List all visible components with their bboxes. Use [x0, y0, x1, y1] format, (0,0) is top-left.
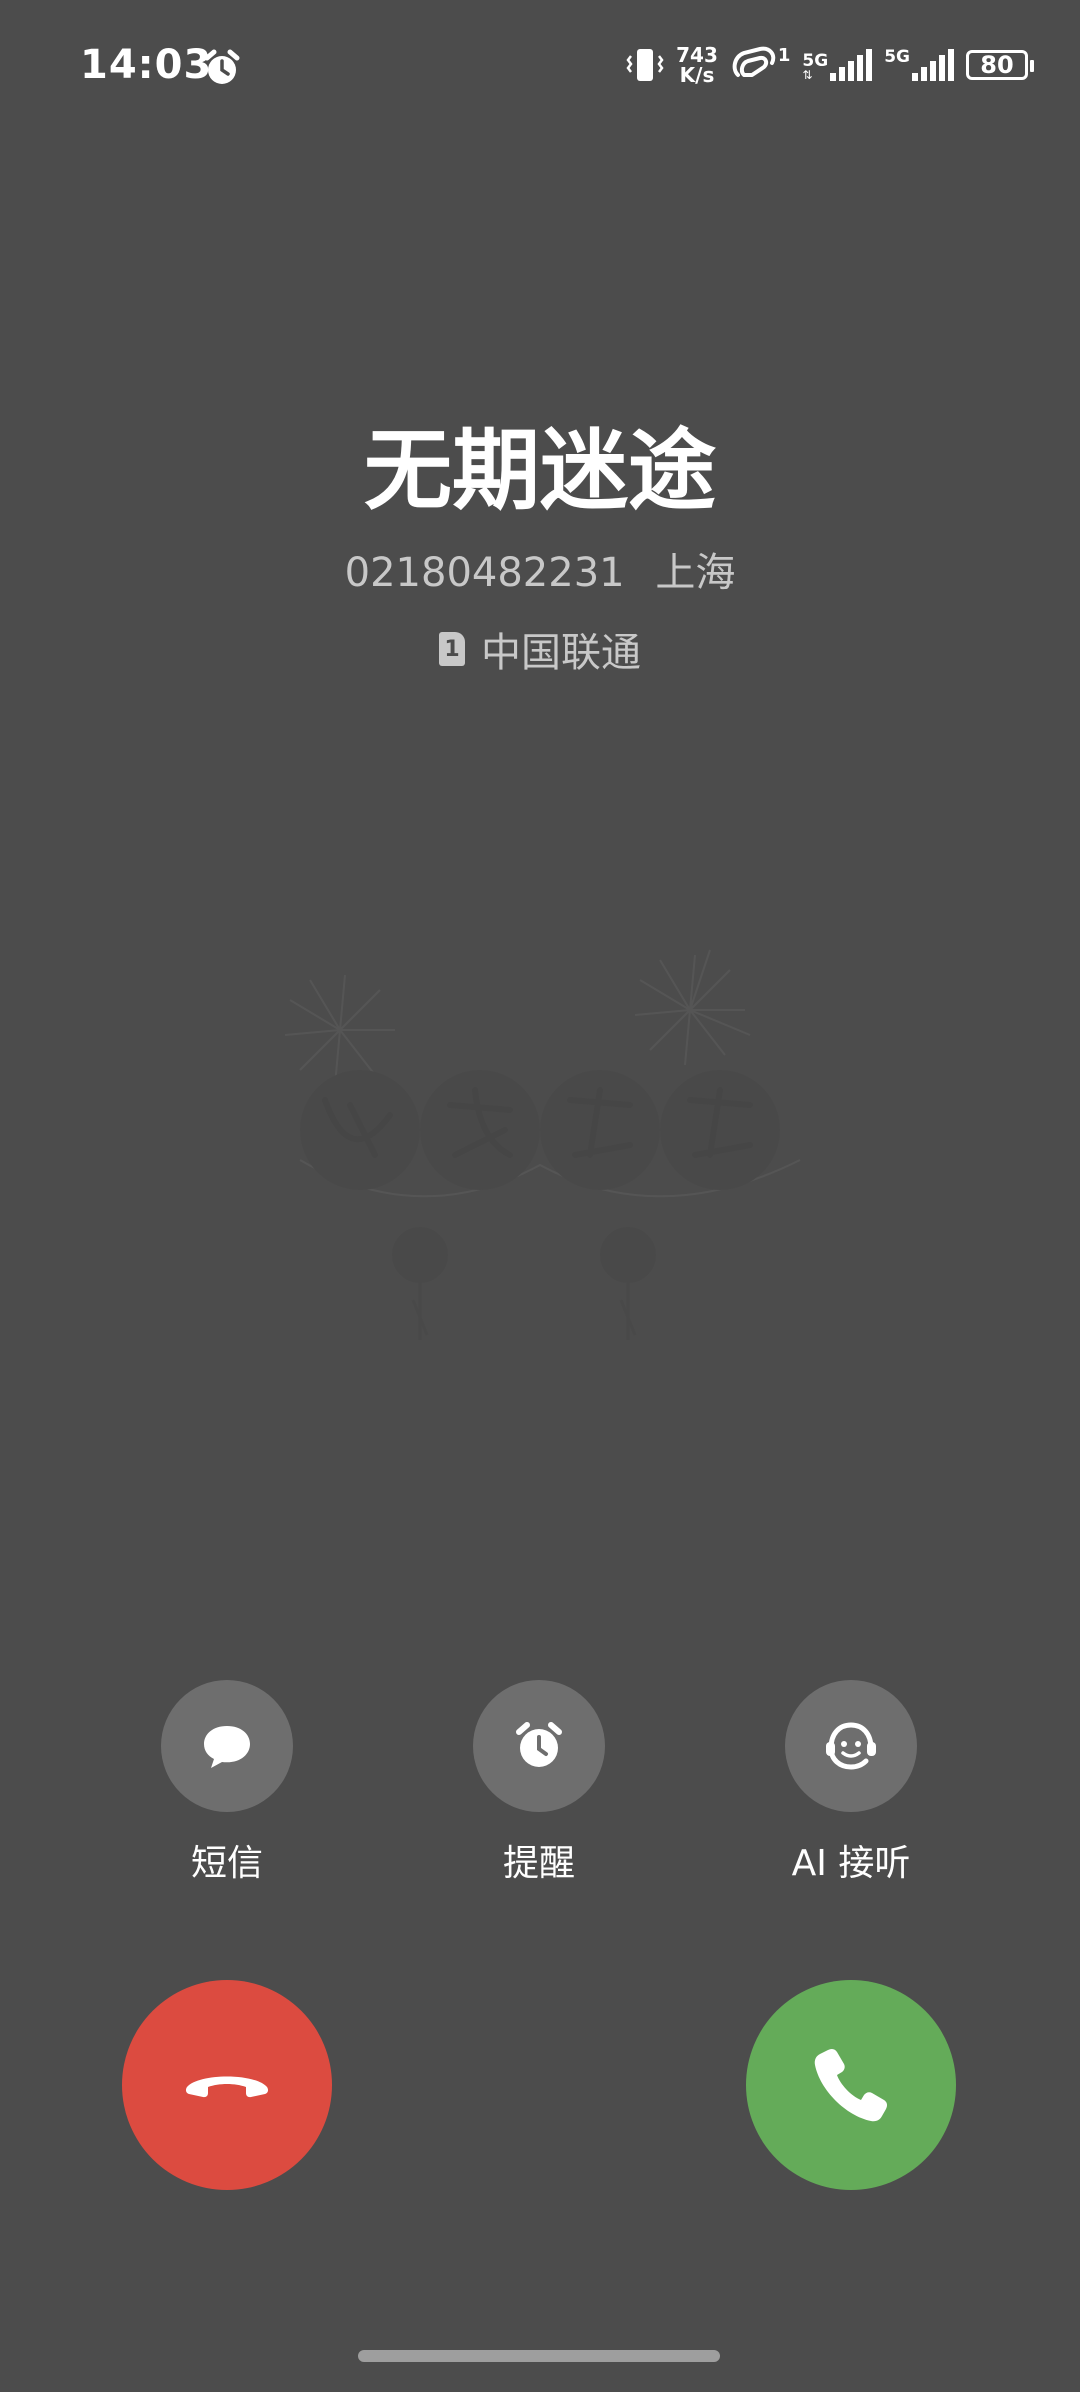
data-arrows-icon: ⇅: [802, 68, 813, 82]
answer-call-button[interactable]: [746, 1980, 956, 2190]
message-action-button[interactable]: [161, 1680, 293, 1812]
alarm-clock-icon: [204, 49, 240, 84]
message-action[interactable]: 短信: [107, 1680, 347, 1886]
message-action-label: 短信: [190, 1843, 263, 1884]
caller-name: 无期迷途: [363, 419, 716, 522]
battery-icon: 80: [966, 50, 1034, 80]
signal-bars-icon: [830, 49, 873, 81]
hd-call-icon: [732, 46, 776, 77]
status-time: 14:03: [80, 42, 213, 88]
battery-level: 80: [980, 51, 1014, 79]
hd-badge: 1: [777, 45, 791, 66]
phone-icon: [814, 2048, 888, 2122]
signal-bars-icon: [912, 49, 954, 81]
alarm-clock-icon: [516, 1722, 562, 1767]
sim1-network-type: 5G: [802, 51, 829, 71]
hang-up-icon: [185, 2076, 269, 2098]
caller-location: 上海: [655, 550, 736, 596]
status-icons: 743 K/s 1 5G ⇅ 5G 80: [626, 40, 1034, 90]
network-speed-value: 743: [676, 43, 718, 67]
sim2-signal: 5G: [884, 49, 954, 81]
festive-wallpaper-decoration: [284, 949, 801, 1340]
status-bar: 14:03 743 K/s 1 5G ⇅ 5G 80: [0, 0, 1080, 130]
reminder-action[interactable]: 提醒: [419, 1680, 659, 1886]
ai-assistant-icon: [826, 1722, 876, 1770]
caller-number-line: 02180482231 上海: [0, 540, 1080, 598]
sim-slot-number: 1: [444, 636, 460, 662]
network-speed-unit: K/s: [679, 63, 715, 87]
reminder-action-label: 提醒: [502, 1843, 575, 1884]
network-speed: 743 K/s: [676, 45, 718, 85]
carrier-name: 中国联通: [481, 630, 641, 676]
sim1-signal: 5G ⇅: [802, 49, 873, 82]
ai-answer-action-label: AI 接听: [791, 1843, 911, 1884]
ai-answer-action[interactable]: AI 接听: [731, 1680, 971, 1886]
sim-card-icon: 1: [439, 632, 465, 666]
vibrate-icon: [626, 49, 664, 81]
ai-answer-action-button[interactable]: [785, 1680, 917, 1812]
message-bubble-icon: [204, 1726, 250, 1768]
decline-call-button[interactable]: [122, 1980, 332, 2190]
carrier-line: 1 中国联通: [0, 620, 1080, 678]
caller-number: 02180482231: [344, 550, 625, 596]
sim2-network-type: 5G: [884, 47, 910, 67]
home-indicator[interactable]: [358, 2350, 720, 2362]
reminder-action-button[interactable]: [473, 1680, 605, 1812]
